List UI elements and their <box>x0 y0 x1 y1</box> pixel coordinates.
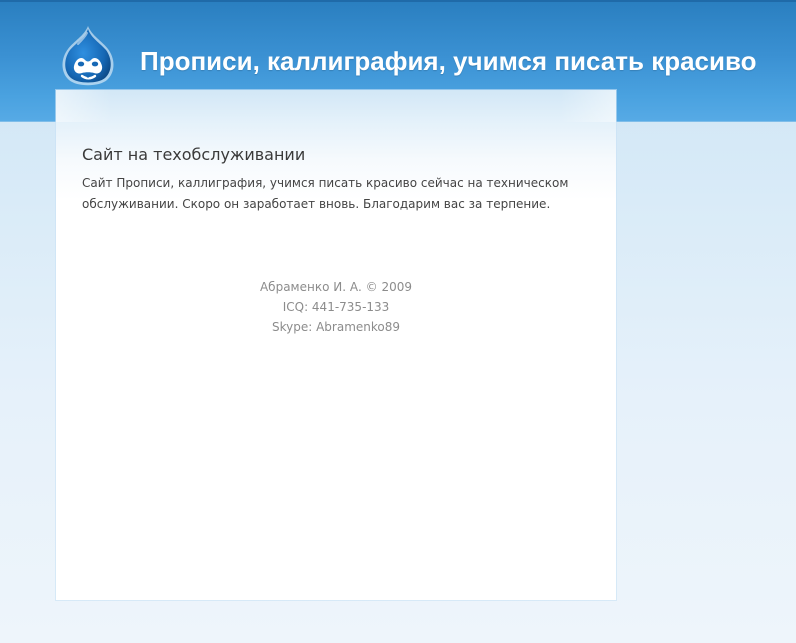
footer-contacts: Абраменко И. А. © 2009 ICQ: 441-735-133 … <box>56 277 616 337</box>
panel-top-glow <box>56 90 616 122</box>
maintenance-message: Сайт Прописи, каллиграфия, учимся писать… <box>82 176 569 211</box>
footer-icq: ICQ: 441-735-133 <box>282 300 390 314</box>
footer-copyright: Абраменко И. А. © 2009 <box>259 280 413 294</box>
site-title[interactable]: Прописи, каллиграфия, учимся писать крас… <box>140 46 757 77</box>
main-content: Сайт на техобслуживании Сайт Прописи, ка… <box>82 145 592 215</box>
maintenance-panel: Сайт на техобслуживании Сайт Прописи, ка… <box>56 90 616 600</box>
page-title: Сайт на техобслуживании <box>82 145 306 164</box>
drupal-drop-icon[interactable] <box>58 24 118 88</box>
footer-skype: Skype: Abramenko89 <box>271 320 401 334</box>
